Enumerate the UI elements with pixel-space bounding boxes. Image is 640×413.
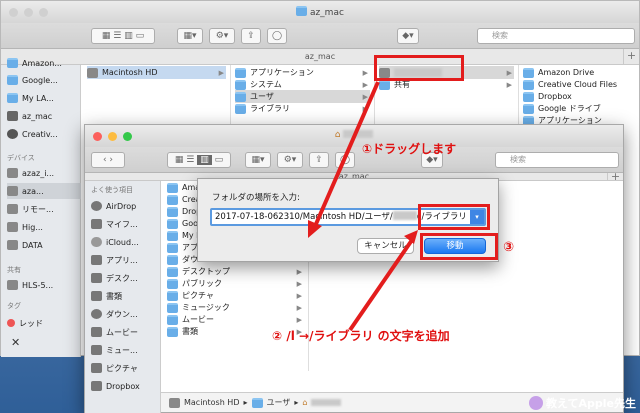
apple-sensei-logo	[529, 396, 544, 410]
watermark: 教えてApple先生	[529, 395, 636, 411]
add-text-arrow	[348, 238, 414, 332]
annotation-arrows	[308, 81, 418, 332]
annotation-step-2: ② /l →/ライブラリ の文字を追加	[272, 329, 450, 343]
annotation-step-1: ①ドラッグします	[362, 142, 457, 156]
annotation-step-3: ③	[503, 240, 515, 255]
